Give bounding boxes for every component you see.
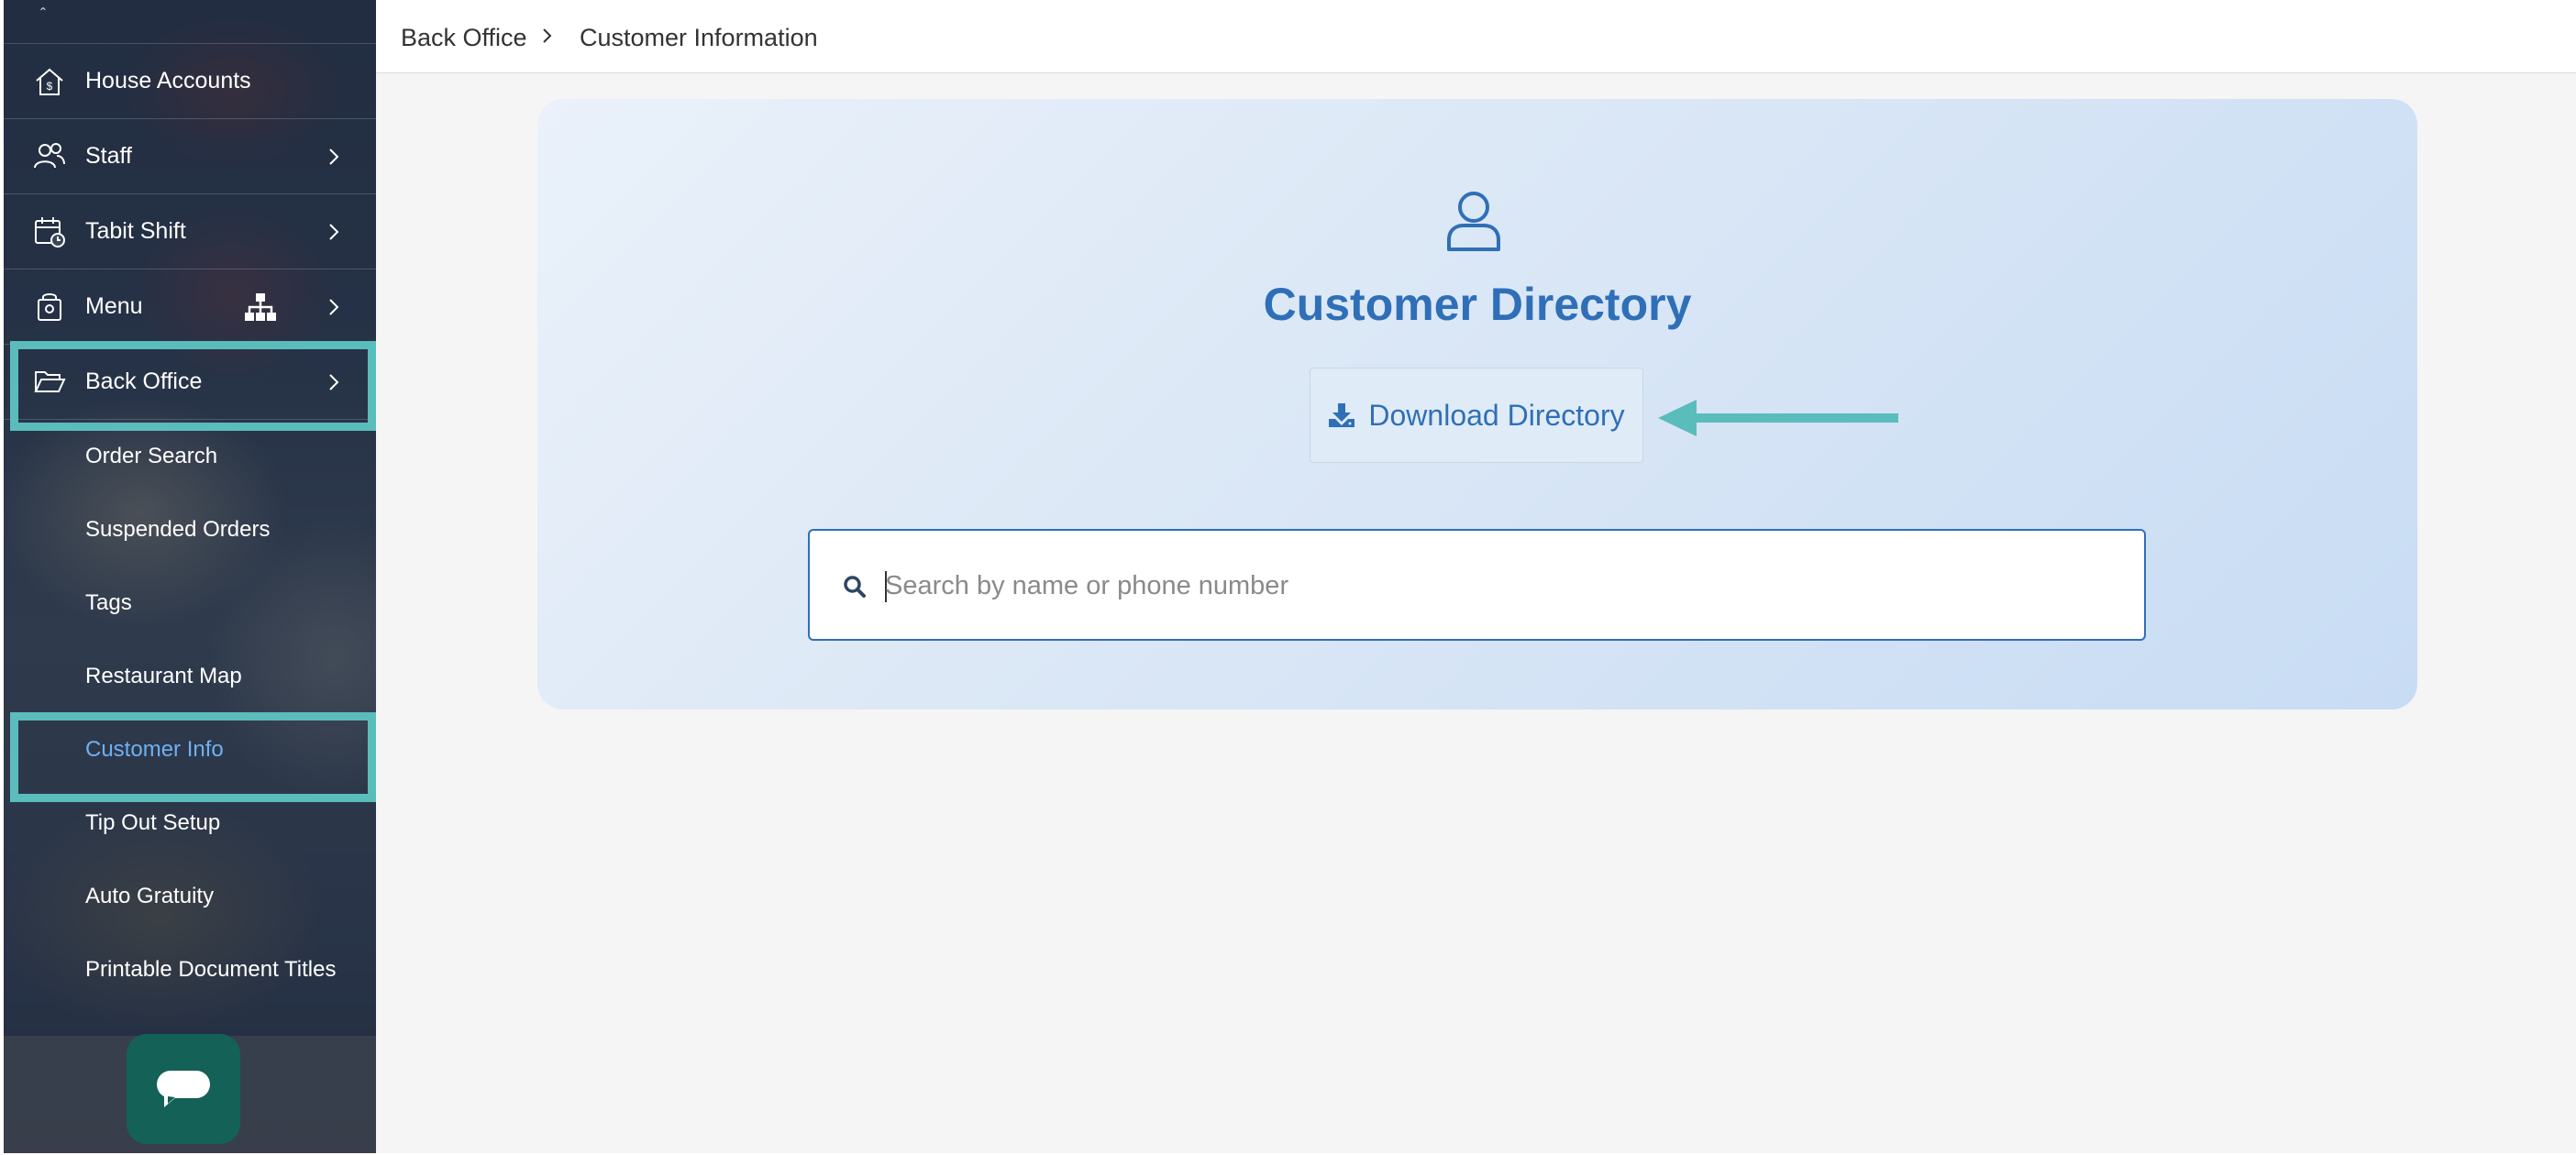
sidebar-item-cut-off[interactable]: ˆ	[4, 0, 376, 44]
chevron-right-icon	[329, 223, 339, 240]
sidebar: ˆ $ House Accounts Staff Tabit Shift Men…	[4, 0, 376, 1153]
search-icon	[844, 576, 866, 598]
breadcrumb-back-office[interactable]: Back Office	[401, 24, 527, 52]
download-icon	[1329, 403, 1355, 427]
sitemap-icon[interactable]	[244, 292, 277, 322]
sidebar-item-menu[interactable]: Menu	[4, 270, 376, 345]
sidebar-subitem-suspended-orders[interactable]: Suspended Orders	[85, 517, 270, 543]
sidebar-subitem-auto-gratuity[interactable]: Auto Gratuity	[85, 884, 214, 909]
search-box[interactable]	[808, 529, 2146, 641]
people-icon	[34, 142, 65, 168]
user-icon	[1447, 192, 1500, 251]
main-content: Customer Directory Download Directory	[376, 73, 2576, 1153]
chat-bubble-icon	[157, 1071, 210, 1107]
chevron-right-icon	[329, 298, 339, 315]
sidebar-item-tabit-shift[interactable]: Tabit Shift	[4, 194, 376, 270]
search-input[interactable]	[885, 558, 2114, 613]
chat-button[interactable]	[127, 1034, 240, 1144]
download-directory-button[interactable]: Download Directory	[1310, 368, 1643, 463]
chevron-right-icon	[543, 28, 552, 43]
download-directory-label: Download Directory	[1368, 398, 1625, 432]
breadcrumb-bar: Back Office Customer Information	[376, 0, 2576, 73]
pointer-arrow-icon	[1658, 400, 1898, 436]
house-dollar-icon: $	[36, 68, 63, 95]
svg-text:$: $	[47, 80, 53, 93]
highlight-back-office	[10, 341, 376, 431]
menu-bag-icon	[38, 292, 61, 321]
calendar-clock-icon	[35, 216, 65, 248]
sidebar-subitem-tip-out-setup[interactable]: Tip Out Setup	[85, 810, 220, 836]
chevron-right-icon	[329, 148, 339, 165]
breadcrumb-current: Customer Information	[580, 24, 818, 51]
partial-icon: ˆ	[40, 6, 46, 24]
sidebar-item-label: House Accounts	[85, 68, 251, 94]
sidebar-item-house-accounts[interactable]: $ House Accounts	[4, 44, 376, 119]
sidebar-item-label: Tabit Shift	[85, 218, 186, 244]
sidebar-subitem-restaurant-map[interactable]: Restaurant Map	[85, 664, 242, 689]
sidebar-item-staff[interactable]: Staff	[4, 119, 376, 194]
sidebar-subitem-tags[interactable]: Tags	[85, 590, 132, 616]
sidebar-subitem-order-search[interactable]: Order Search	[85, 444, 217, 469]
sidebar-item-label: Staff	[85, 143, 132, 169]
highlight-customer-info	[10, 712, 376, 802]
page-title: Customer Directory	[1263, 279, 1692, 330]
customer-directory-card: Customer Directory Download Directory	[537, 99, 2417, 710]
sidebar-subitem-printable-document-titles[interactable]: Printable Document Titles	[85, 957, 336, 983]
sidebar-item-label: Menu	[85, 293, 143, 319]
